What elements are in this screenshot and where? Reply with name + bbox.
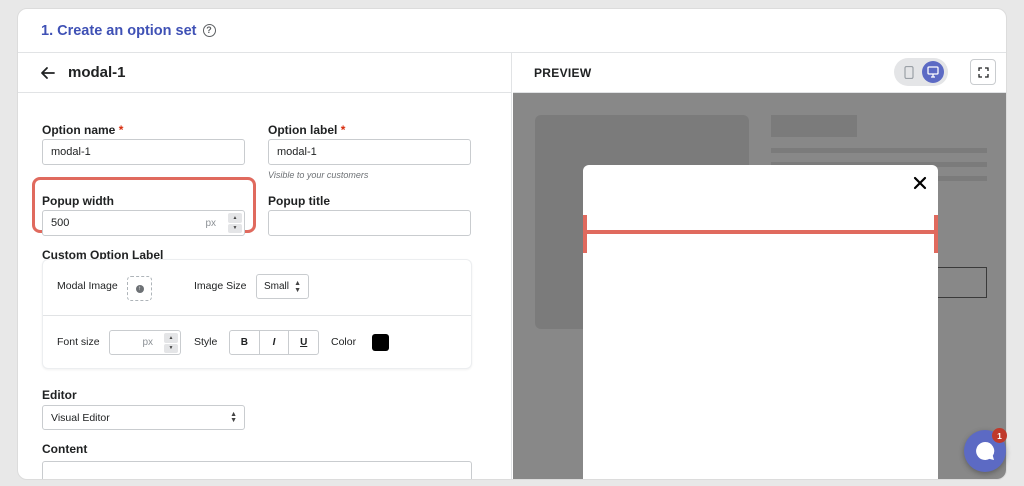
arrow-left-icon[interactable] xyxy=(40,65,56,81)
desktop-view-button[interactable] xyxy=(922,61,944,83)
fullscreen-button[interactable] xyxy=(970,59,996,85)
select-chevron-icon: ▲ ▼ xyxy=(294,279,301,294)
image-size-label: Image Size xyxy=(194,280,247,292)
editor-panel: modal-1 Option name * modal-1 Option lab… xyxy=(18,53,512,479)
select-chevron-icon: ▲ ▼ xyxy=(230,410,237,424)
font-size-input[interactable]: px ▲ ▼ xyxy=(109,330,181,355)
option-name-input[interactable]: modal-1 xyxy=(42,139,245,165)
editor-select[interactable]: Visual Editor ▲ ▼ xyxy=(42,405,245,430)
width-indicator xyxy=(583,215,938,253)
close-icon[interactable] xyxy=(912,175,928,191)
page-title: 1. Create an option set xyxy=(41,22,197,39)
popup-title-input[interactable] xyxy=(268,210,471,236)
option-label-label: Option label * xyxy=(268,123,346,137)
chat-notification-badge: 1 xyxy=(992,428,1007,443)
card-header: 1. Create an option set ? xyxy=(18,9,1006,53)
preview-canvas xyxy=(513,93,1006,479)
popup-width-label: Popup width xyxy=(42,194,114,208)
desktop-icon xyxy=(927,66,939,78)
custom-option-label-panel: Modal Image ↑ Image Size Small ▲ ▼ Font s… xyxy=(42,259,472,369)
editor-label: Editor xyxy=(42,388,77,402)
mobile-icon xyxy=(904,65,914,79)
style-label: Style xyxy=(194,336,218,348)
popup-title-label: Popup title xyxy=(268,194,330,208)
skeleton-line xyxy=(771,148,987,153)
modal-image-label: Modal Image xyxy=(57,280,118,292)
chat-icon xyxy=(976,441,995,460)
device-toggle xyxy=(894,58,948,86)
modal-image-picker[interactable]: ↑ xyxy=(127,276,152,301)
color-swatch[interactable] xyxy=(372,334,389,351)
option-set-name: modal-1 xyxy=(68,64,126,81)
bold-button[interactable]: B xyxy=(230,331,260,354)
popup-width-unit: px xyxy=(205,217,216,229)
popup-width-stepper[interactable]: ▲ ▼ xyxy=(228,213,242,233)
popup-width-input[interactable]: 500 px ▲ ▼ xyxy=(42,210,245,236)
font-size-unit: px xyxy=(142,337,153,348)
font-size-label: Font size xyxy=(57,336,100,348)
option-set-card: 1. Create an option set ? modal-1 Option… xyxy=(17,8,1007,480)
mobile-view-button[interactable] xyxy=(898,61,920,83)
stepper-down-icon[interactable]: ▼ xyxy=(228,223,242,233)
image-size-select[interactable]: Small ▲ ▼ xyxy=(256,274,309,299)
expand-icon xyxy=(977,66,989,78)
option-label-help: Visible to your customers xyxy=(268,170,369,180)
font-size-stepper[interactable]: ▲ ▼ xyxy=(164,333,178,353)
preview-header: PREVIEW xyxy=(513,53,1006,93)
content-label: Content xyxy=(42,442,88,456)
editor-header: modal-1 xyxy=(18,53,511,93)
text-style-group: B I U xyxy=(229,330,319,355)
color-label: Color xyxy=(331,336,357,348)
help-icon[interactable]: ? xyxy=(202,24,216,37)
divider xyxy=(43,315,471,316)
upload-icon: ↑ xyxy=(135,284,144,293)
content-editor[interactable] xyxy=(42,461,472,479)
preview-panel: PREVIEW xyxy=(513,53,1006,479)
preview-title: PREVIEW xyxy=(534,65,592,80)
skeleton-title xyxy=(771,115,857,137)
underline-button[interactable]: U xyxy=(289,331,318,354)
stepper-up-icon[interactable]: ▲ xyxy=(228,213,242,223)
option-label-input[interactable]: modal-1 xyxy=(268,139,471,165)
stepper-down-icon[interactable]: ▼ xyxy=(164,343,178,353)
stepper-up-icon[interactable]: ▲ xyxy=(164,333,178,343)
option-name-label: Option name * xyxy=(42,123,124,137)
italic-button[interactable]: I xyxy=(260,331,290,354)
